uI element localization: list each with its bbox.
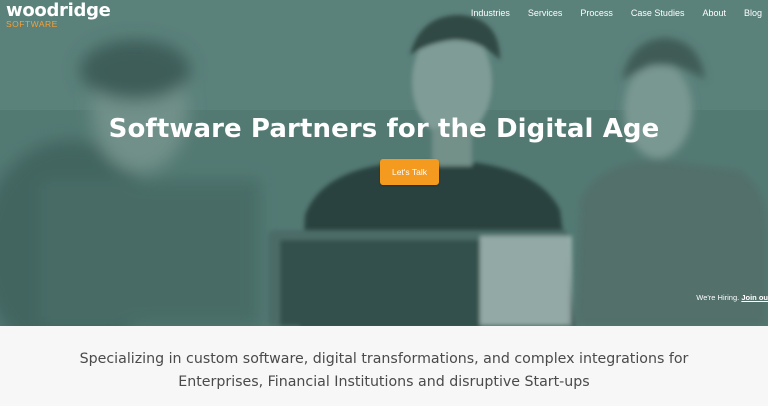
nav-item-industries[interactable]: Industries [471, 8, 510, 18]
hiring-text: We're Hiring. [696, 293, 740, 302]
join-us-link[interactable]: Join ou [741, 293, 768, 302]
top-navigation: woodridge SOFTWARE Industries Services P… [0, 0, 768, 30]
nav-item-about[interactable]: About [702, 8, 726, 18]
hero-section: woodridge SOFTWARE Industries Services P… [0, 0, 768, 326]
woodridge-logo[interactable]: woodridge SOFTWARE [6, 1, 111, 29]
nav-item-services[interactable]: Services [528, 8, 563, 18]
logo-wordmark: woodridge [6, 0, 111, 21]
nav-item-case-studies[interactable]: Case Studies [631, 8, 685, 18]
nav-menu: Industries Services Process Case Studies… [471, 8, 762, 18]
lets-talk-button[interactable]: Let's Talk [380, 159, 439, 185]
tagline-line-1: Specializing in custom software, digital… [79, 351, 689, 367]
nav-item-process[interactable]: Process [580, 8, 613, 18]
hero-headline: Software Partners for the Digital Age [108, 114, 660, 144]
tagline-line-2: Enterprises, Financial Institutions and … [178, 374, 590, 390]
tagline-section: Specializing in custom software, digital… [0, 348, 768, 394]
logo-subtitle: SOFTWARE [6, 19, 58, 29]
hiring-banner: We're Hiring. Join ou [696, 293, 768, 302]
nav-item-blog[interactable]: Blog [744, 8, 762, 18]
